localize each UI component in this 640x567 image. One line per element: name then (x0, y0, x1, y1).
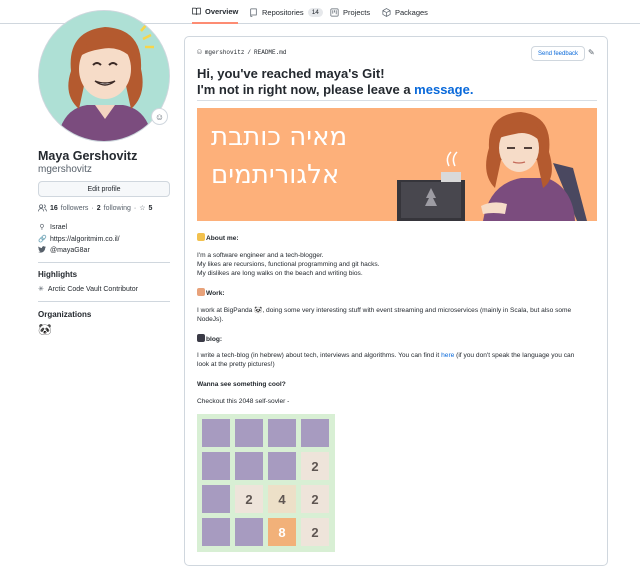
game-tile (268, 419, 296, 447)
smiley-icon: ☺ (154, 111, 165, 122)
repo-count-badge: 14 (307, 7, 323, 17)
game-tile: 8 (268, 518, 296, 546)
tab-label: Projects (343, 7, 371, 17)
sidebar-divider (38, 301, 170, 302)
game-tile (235, 518, 263, 546)
following-count[interactable]: 2 (97, 205, 101, 212)
tab-projects[interactable]: Projects (330, 0, 370, 24)
game-tile (202, 518, 230, 546)
about-line: My dislikes are long walks on the beach … (197, 270, 363, 277)
blog-line: look at the pretty pictures!) (197, 361, 275, 368)
work-title: Work: (197, 288, 225, 299)
cool-text: Checkout this 2048 self-sovler - (197, 398, 290, 405)
woman-technologist-icon (197, 288, 205, 296)
people-icon (38, 204, 47, 212)
twitter-icon (38, 246, 46, 255)
star-icon: ☆ (139, 205, 146, 212)
highlight-label: Arctic Code Vault Contributor (47, 285, 139, 293)
game-2048-board: 224282 (197, 414, 335, 552)
package-icon (382, 7, 391, 17)
banner-text-line1: מאיה כותבת (211, 122, 348, 152)
organizations-title: Organizations (38, 310, 92, 319)
work-line: NodeJs). (197, 316, 224, 323)
game-tile: 2 (301, 452, 329, 480)
game-tile: 2 (235, 485, 263, 513)
avatar-illustration (39, 11, 169, 141)
sidebar-divider (38, 262, 170, 263)
twitter-handle[interactable]: @mayaG8ar (50, 247, 90, 254)
link-icon: 🔗 (38, 236, 47, 243)
readme-heading-line1: Hi, you've reached maya's Git! (197, 66, 385, 81)
game-tile (235, 452, 263, 480)
game-tile: 2 (301, 518, 329, 546)
avatar[interactable] (38, 10, 170, 142)
blog-title: blog: (197, 334, 222, 345)
repo-icon (250, 7, 257, 17)
location-text: Israel (50, 223, 68, 231)
profile-fullname: Maya Gershovitz (38, 149, 138, 163)
followers-count[interactable]: 16 (50, 205, 58, 212)
game-grid: 224282 (202, 419, 330, 547)
banner-illustration (397, 112, 587, 221)
pencil-icon[interactable]: ✎ (588, 48, 595, 57)
stars-count[interactable]: 5 (149, 205, 153, 212)
blog-link[interactable]: here (441, 352, 454, 359)
tab-repositories[interactable]: Repositories 14 (249, 0, 323, 24)
game-tile (301, 419, 329, 447)
send-feedback-button[interactable]: Send feedback (531, 46, 586, 61)
tab-label: Overview (205, 6, 239, 16)
organization-avatar-panda-icon[interactable]: 🐼 (38, 323, 52, 337)
follow-stats: 16 followers · 2 following · ☆ 5 (38, 204, 152, 212)
profile-username: mgershovitz (38, 164, 92, 175)
readme-heading-line2: I'm not in right now, please leave a mes… (197, 82, 474, 97)
heading-divider (197, 100, 597, 101)
project-icon (330, 7, 339, 17)
tab-label: Repositories (262, 7, 304, 17)
tab-label: Packages (395, 7, 428, 17)
banner-text-line2: אלגוריתמים (211, 160, 340, 190)
followers-label[interactable]: followers (61, 205, 89, 212)
game-tile (202, 419, 230, 447)
readme-path-file[interactable]: README.md (254, 49, 286, 56)
tab-packages[interactable]: Packages (382, 0, 428, 24)
readme-card: ☺ mgershovitz / README.md Send feedback … (184, 36, 608, 566)
game-tile (268, 452, 296, 480)
location-icon: ⚲ (39, 224, 45, 231)
set-status-button[interactable]: ☺ (151, 108, 168, 125)
game-tile (235, 419, 263, 447)
pointing-hand-icon (197, 233, 205, 241)
website-link[interactable]: https://algoritmim.co.il/ (50, 236, 120, 243)
arctic-vault-icon: ✳ (38, 286, 44, 293)
cool-title: Wanna see something cool? (197, 381, 286, 388)
edit-profile-button[interactable]: Edit profile (38, 181, 170, 197)
game-tile: 4 (268, 485, 296, 513)
game-tile: 2 (301, 485, 329, 513)
readme-path: ☺ mgershovitz / README.md (197, 48, 287, 57)
following-label[interactable]: following (104, 205, 131, 212)
highlights-title: Highlights (38, 270, 78, 279)
book-icon (192, 7, 201, 15)
game-tile (202, 452, 230, 480)
smiley-icon: ☺ (197, 48, 202, 57)
twitter-row: @mayaG8ar (38, 246, 90, 255)
work-line: I work at BigPanda 🐼, doing some very in… (197, 307, 572, 314)
tab-overview[interactable]: Overview (192, 0, 239, 24)
readme-banner: מאיה כותבת אלגוריתמים (197, 108, 597, 221)
readme-path-user[interactable]: mgershovitz (205, 49, 245, 56)
about-title: About me: (197, 233, 239, 244)
highlight-item[interactable]: ✳ Arctic Code Vault Contributor (38, 285, 139, 294)
message-link[interactable]: message (414, 82, 470, 97)
laptop-icon (197, 334, 205, 342)
website-row: 🔗 https://algoritmim.co.il/ (38, 235, 120, 244)
game-tile (202, 485, 230, 513)
location-row: ⚲ Israel (38, 223, 68, 232)
